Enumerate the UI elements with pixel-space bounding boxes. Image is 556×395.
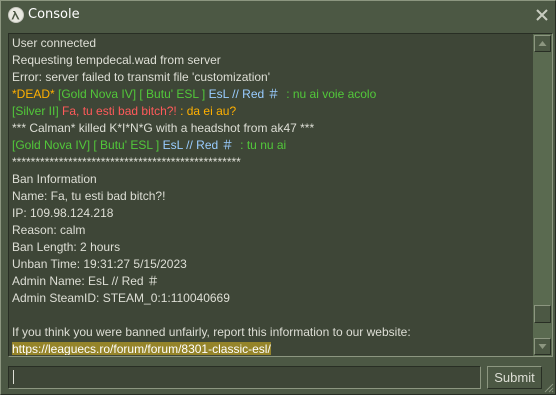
log-line: Unban Time: 19:31:27 5/15/2023 [12, 256, 532, 273]
command-input[interactable] [8, 366, 481, 389]
log-segment: : tu nu ai [233, 138, 287, 152]
console-output: User connected Requesting tempdecal.wad f… [8, 33, 553, 357]
close-button[interactable] [534, 7, 550, 23]
log-segment: *** Calman* killed K*I*N*G with a headsh… [12, 121, 315, 135]
log-segment: EsL // Red ＃ [208, 87, 280, 101]
log-line: User connected [12, 35, 532, 52]
arrow-down-icon [538, 344, 547, 349]
log-segment: EsL // Red ＃ [162, 138, 234, 152]
arrow-up-icon [538, 41, 547, 46]
log-segment: Fa, tu esti bad bitch?! [62, 104, 177, 118]
log-line: Ban Length: 2 hours [12, 239, 532, 256]
log-segment: Reason: calm [12, 223, 86, 237]
log-segment: Name: Fa, tu esti bad bitch?! [12, 189, 166, 203]
log-line: *DEAD* [Gold Nova IV] [ Butu' ESL ] EsL … [12, 86, 532, 103]
log-segment: Error: server failed to transmit file 'c… [12, 70, 270, 84]
vertical-scrollbar[interactable] [533, 34, 552, 356]
log-segment: : da ei au? [176, 104, 237, 118]
log-line: If you think you were banned unfairly, r… [12, 324, 532, 341]
window-title: Console [28, 7, 80, 22]
close-icon [536, 9, 548, 21]
console-window: Console User connected Requesting tempdec… [0, 0, 556, 395]
log-segment: [Gold Nova IV] [ Butu' ESL ] [58, 87, 209, 101]
log-line: [Silver II] Fa, tu esti bad bitch?! : da… [12, 103, 532, 120]
log-line: Name: Fa, tu esti bad bitch?! [12, 188, 532, 205]
log-segment: ****************************************… [12, 155, 241, 169]
log-line: ****************************************… [12, 154, 532, 171]
log-segment: Unban Time: 19:31:27 5/15/2023 [12, 257, 187, 271]
log-line: Error: server failed to transmit file 'c… [12, 69, 532, 86]
log-segment: User connected [12, 36, 97, 50]
text-caret [13, 370, 14, 384]
log-segment: Ban Length: 2 hours [12, 240, 121, 254]
log-segment: IP: 109.98.124.218 [12, 206, 114, 220]
console-log: User connected Requesting tempdecal.wad f… [12, 35, 532, 355]
log-line: Reason: calm [12, 222, 532, 239]
log-segment: Requesting tempdecal.wad from server [12, 53, 221, 67]
log-line: https://leaguecs.ro/forum/forum/8301-cla… [12, 341, 532, 355]
log-segment: If you think you were banned unfairly, r… [12, 325, 411, 339]
log-line: Ban Information [12, 171, 532, 188]
selected-link-text[interactable]: https://leaguecs.ro/forum/forum/8301-cla… [12, 342, 271, 355]
log-line: Requesting tempdecal.wad from server [12, 52, 532, 69]
resize-grip-icon[interactable] [542, 381, 554, 393]
log-segment: : nu ai voie acolo [279, 87, 377, 101]
log-segment: [Silver II] [12, 104, 63, 118]
log-segment: Admin SteamID: STEAM_0:1:110040669 [12, 291, 230, 305]
log-segment: [Gold Nova IV] [ Butu' ESL ] [12, 138, 163, 152]
title-bar[interactable]: Console [1, 1, 555, 31]
log-segment: Ban Information [12, 172, 97, 186]
log-segment: Admin Name: EsL // Red ＃ [12, 274, 159, 288]
log-segment: *DEAD* [12, 87, 59, 101]
scroll-thumb[interactable] [534, 304, 551, 323]
log-line: *** Calman* killed K*I*N*G with a headsh… [12, 120, 532, 137]
submit-button[interactable]: Submit [487, 366, 542, 389]
log-line: [Gold Nova IV] [ Butu' ESL ] EsL // Red … [12, 137, 532, 154]
scroll-down-button[interactable] [534, 338, 551, 355]
scroll-up-button[interactable] [534, 35, 551, 52]
half-life-lambda-icon [8, 7, 24, 23]
log-line: IP: 109.98.124.218 [12, 205, 532, 222]
log-line: Admin SteamID: STEAM_0:1:110040669 [12, 290, 532, 307]
log-line: Admin Name: EsL // Red ＃ [12, 273, 532, 290]
